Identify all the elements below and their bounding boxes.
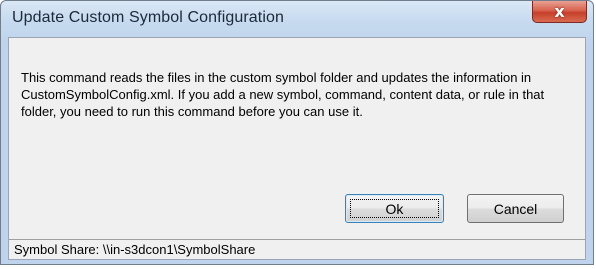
close-icon: x — [554, 1, 565, 21]
ok-button[interactable]: Ok — [345, 194, 444, 223]
focus-ring — [350, 199, 439, 218]
cancel-button-label: Cancel — [493, 200, 538, 217]
dialog-title: Update Custom Symbol Configuration — [12, 9, 284, 26]
message-text: This command reads the files in the cust… — [21, 69, 581, 120]
cancel-button[interactable]: Cancel — [467, 194, 564, 223]
close-button[interactable]: x — [532, 1, 587, 23]
title-bar[interactable]: Update Custom Symbol Configuration x — [1, 1, 593, 37]
dialog-body: This command reads the files in the cust… — [8, 37, 586, 260]
message-paragraph: This command reads the files in the cust… — [21, 70, 545, 119]
status-text: Symbol Share: \\in-s3dcon1\SymbolShare — [14, 242, 256, 257]
update-custom-symbol-dialog: Update Custom Symbol Configuration x Thi… — [0, 0, 594, 265]
status-bar: Symbol Share: \\in-s3dcon1\SymbolShare — [9, 239, 585, 259]
